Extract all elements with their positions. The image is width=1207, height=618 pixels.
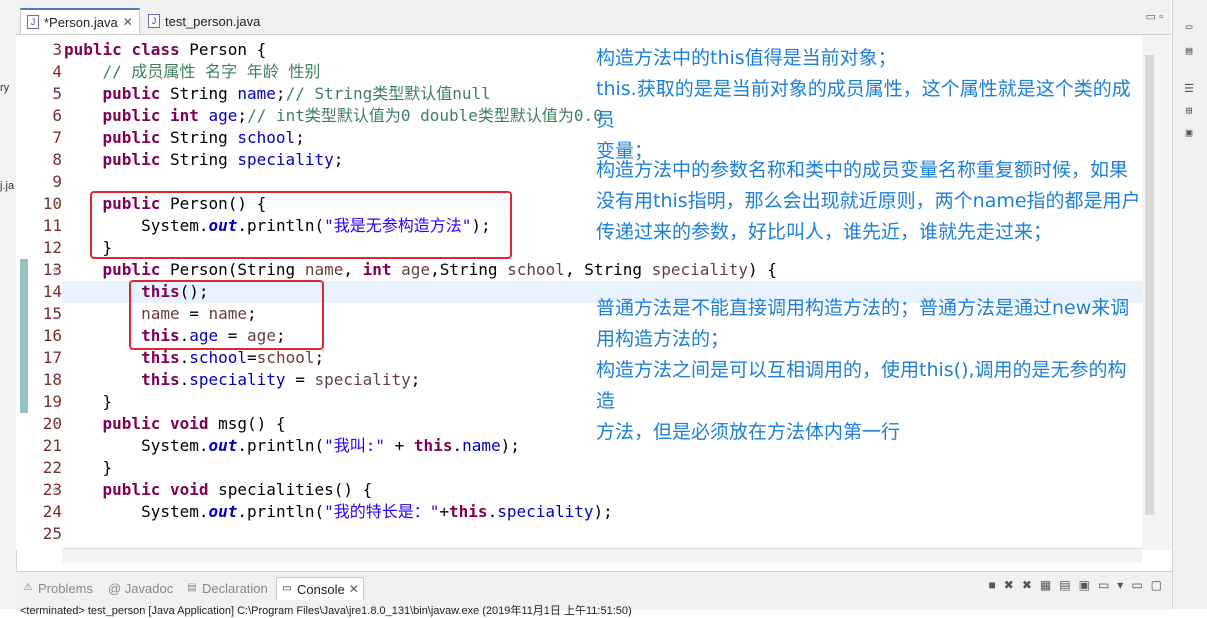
code-line[interactable]: this.school=school; <box>64 347 324 369</box>
vertical-scrollbar[interactable] <box>1142 35 1157 550</box>
tab-label: test_person.java <box>165 13 261 29</box>
outline-icon[interactable]: ▤ <box>1182 44 1196 58</box>
horizontal-scrollbar[interactable] <box>62 548 1142 563</box>
line-number: 5 <box>52 84 62 103</box>
minimize-icon[interactable]: ▭ <box>1131 578 1142 592</box>
scroll-lock-icon[interactable]: ▦ <box>1040 578 1051 592</box>
code-line[interactable]: System.out.println("我的特长是："+this.special… <box>64 501 613 523</box>
scrollbar-thumb[interactable] <box>1145 55 1154 515</box>
highlight-box-noarg-constructor <box>90 191 512 259</box>
editor-tabbar: J *Person.java ✕ J test_person.java ▭ ▫ <box>16 0 1171 35</box>
code-line[interactable]: public void specialities() { <box>64 479 373 501</box>
minimize-icon[interactable]: ▭ ▫ <box>1146 10 1163 23</box>
fold-icon[interactable]: ⊖ <box>53 199 58 208</box>
close-icon[interactable]: ✕ <box>123 15 133 29</box>
code-line[interactable]: public int age;// int类型默认值为0 double类型默认值… <box>64 105 603 127</box>
open-console-icon[interactable]: ▾ <box>1117 578 1123 592</box>
line-number: 8 <box>52 150 62 169</box>
code-line[interactable]: } <box>64 457 113 479</box>
remove-launch-icon[interactable]: ✖ <box>1004 578 1014 592</box>
display-console-icon[interactable]: ▭ <box>1098 578 1109 592</box>
maximize-icon[interactable]: ▢ <box>1151 578 1162 592</box>
stop-icon[interactable]: ■ <box>989 578 996 592</box>
left-view-strip: ry j.ja <box>0 0 17 609</box>
fold-icon[interactable]: ⊖ <box>53 419 58 428</box>
tab-person-java[interactable]: J *Person.java ✕ <box>20 8 140 34</box>
tab-javadoc[interactable]: @ Javadoc <box>108 577 173 599</box>
line-number: 14 <box>42 282 62 301</box>
code-line[interactable]: public void msg() { <box>64 413 286 435</box>
java-file-icon: J <box>148 14 160 28</box>
line-number: 17 <box>42 348 62 367</box>
line-number: 16 <box>42 326 62 345</box>
restore-icon[interactable]: ▣ <box>1182 126 1196 140</box>
line-number: 9 <box>52 172 62 191</box>
pin-console-icon[interactable]: ▣ <box>1079 578 1090 592</box>
overview-ruler <box>1157 35 1171 550</box>
line-number-gutter: 3 4 5 6 7 8 9 10 11 12 13 14 15 16 17 18 19 20 21 22 23 24 25 ⊖… <box>16 35 62 550</box>
tab-console[interactable]: ▭ Console ✕ <box>276 577 364 600</box>
code-editor[interactable]: 3 4 5 6 7 8 9 10 11 12 13 14 15 16 17 18 19 20 21 22 23 24 25 ⊖… <box>16 35 1144 550</box>
word-wrap-icon[interactable]: ▤ <box>1059 578 1070 592</box>
code-line[interactable]: public Person(String name, int age,Strin… <box>64 259 777 281</box>
code-line[interactable]: public String school; <box>64 127 305 149</box>
note-constructor-calls: 普通方法是不能直接调用构造方法的；普通方法是通过new来调 用构造方法的； 构造方法… <box>596 297 1130 443</box>
console-icon: ▭ <box>282 583 292 594</box>
line-number: 6 <box>52 106 62 125</box>
line-number: 21 <box>42 436 62 455</box>
line-number: 7 <box>52 128 62 147</box>
hierarchy-icon[interactable]: ⊞ <box>1182 104 1196 118</box>
fold-icon[interactable]: ⊖ <box>53 485 58 494</box>
minimize-icon[interactable]: ▭ <box>1182 20 1196 34</box>
line-number: 12 <box>42 238 62 257</box>
close-icon[interactable]: ✕ <box>349 582 359 596</box>
line-number: 18 <box>42 370 62 389</box>
line-number: 3 <box>52 40 62 59</box>
line-number: 15 <box>42 304 62 323</box>
code-line[interactable]: // 成员属性 名字 年龄 性别 <box>64 61 321 83</box>
java-file-icon: J <box>27 15 39 29</box>
remove-all-icon[interactable]: ✖ <box>1022 578 1032 592</box>
line-number: 22 <box>42 458 62 477</box>
console-toolbar: ■ ✖ ✖ ▦ ▤ ▣ ▭ ▾ ▭ ▢ <box>989 578 1162 592</box>
line-number: 4 <box>52 62 62 81</box>
highlight-box-this-usage <box>129 280 324 350</box>
code-line[interactable]: this.speciality = speciality; <box>64 369 420 391</box>
tab-declaration[interactable]: ▤ Declaration <box>186 577 268 599</box>
problems-icon: ⚠ <box>23 582 33 593</box>
code-line[interactable]: public String name;// String类型默认值null <box>64 83 491 105</box>
right-toolbar: ▭ ▤ ☰ ⊞ ▣ <box>1172 0 1207 609</box>
task-list-icon[interactable]: ☰ <box>1182 82 1196 96</box>
code-line[interactable]: } <box>64 391 113 413</box>
console-status: <terminated> test_person [Java Applicati… <box>20 605 632 617</box>
line-number: 24 <box>42 502 62 521</box>
left-fragment-2: j.ja <box>0 180 15 192</box>
line-number: 11 <box>42 216 62 235</box>
note-name-shadowing: 构造方法中的参数名称和类中的成员变量名称重复额时候，如果 没有用this指明，那么… <box>596 159 1141 243</box>
bottom-panel: ⚠ Problems @ Javadoc ▤ Declaration ▭ Consol… <box>16 571 1172 617</box>
line-number: 19 <box>42 392 62 411</box>
declaration-icon: ▤ <box>187 582 197 593</box>
code-line[interactable]: public class Person { <box>64 39 266 61</box>
note-this-meaning: 构造方法中的this值得是当前对象； this.获取的是是当前对象的成员属性，这个… <box>596 47 1131 162</box>
tab-problems[interactable]: ⚠ Problems <box>22 577 93 599</box>
code-line[interactable]: public String speciality; <box>64 149 344 171</box>
tab-label: *Person.java <box>44 14 118 30</box>
tab-test-person-java[interactable]: J test_person.java <box>142 8 272 34</box>
line-number: 25 <box>42 524 62 543</box>
fold-icon[interactable]: ⊖ <box>53 265 58 274</box>
code-line[interactable]: System.out.println("我叫:" + this.name); <box>64 435 520 457</box>
left-fragment-1: ry <box>0 82 10 94</box>
